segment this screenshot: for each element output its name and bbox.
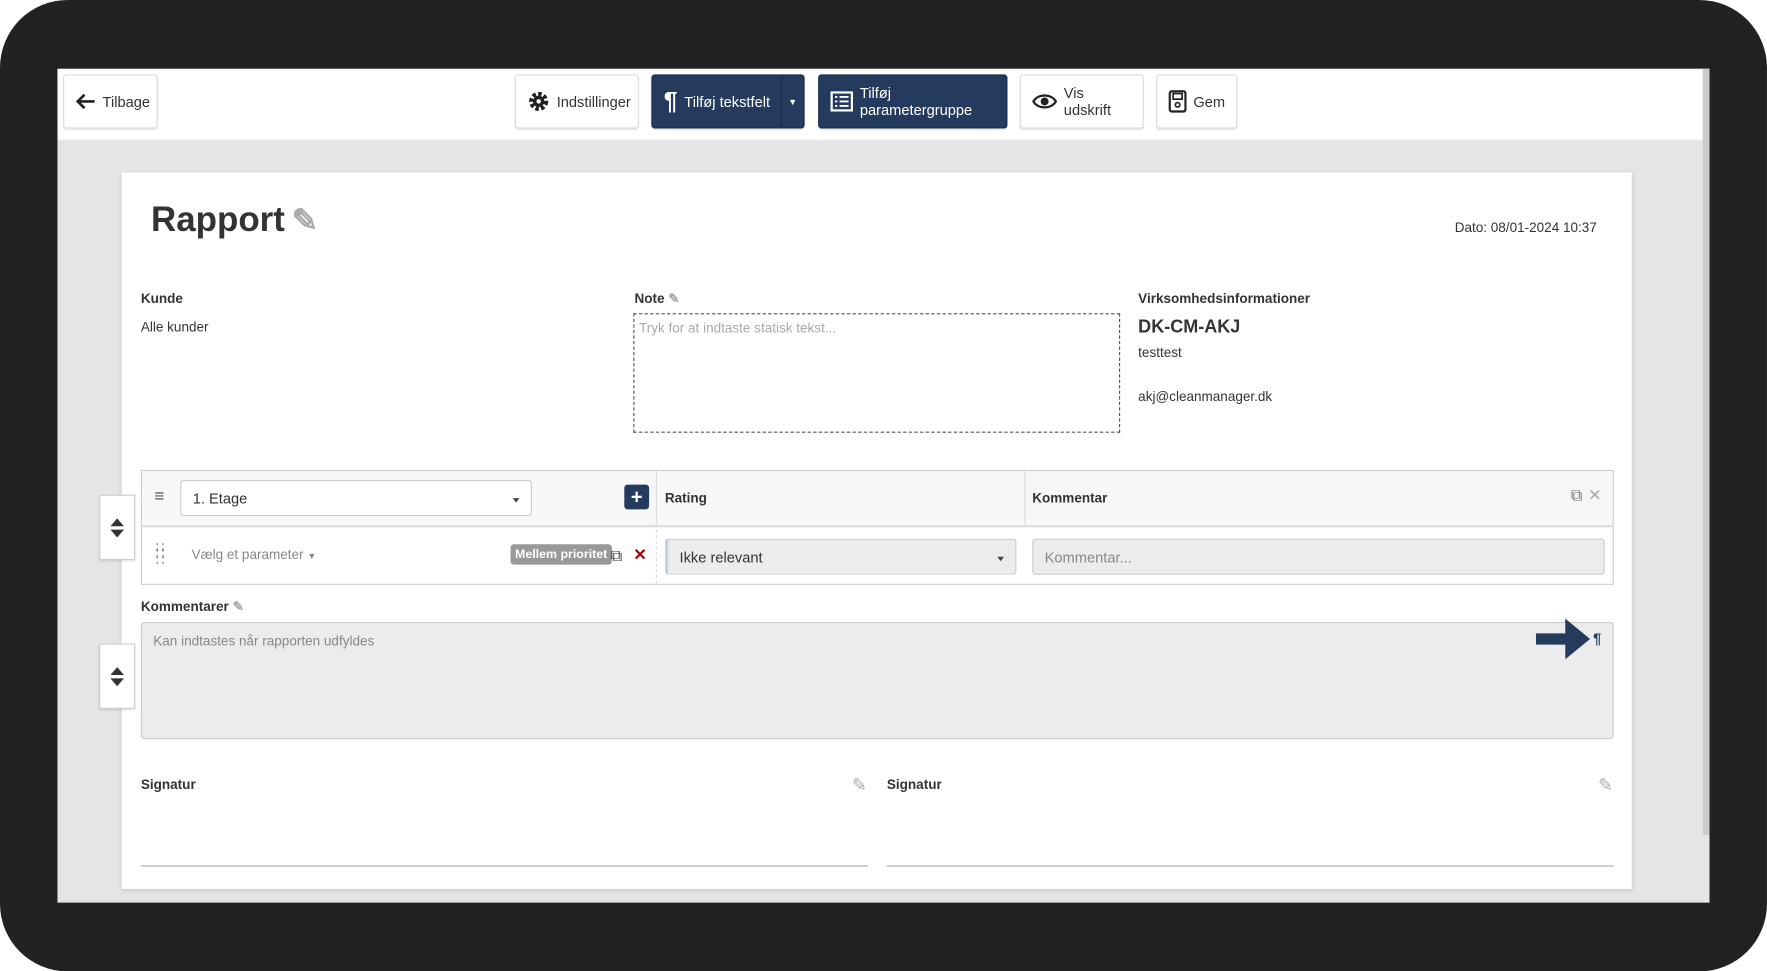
screen: Tilbage Indstillinger ¶ Tilføj tekstfelt… [57,68,1710,903]
pencil-icon[interactable]: ✎ [292,201,318,238]
rating-select-value: Ikke relevant [679,548,763,566]
column-divider [655,529,657,584]
add-textfield-dropdown[interactable]: ▼ [780,75,804,128]
signature-label: Signatur [886,776,942,793]
gear-icon [529,91,549,111]
add-parameter-button[interactable]: + [624,484,650,510]
copy-icon[interactable]: ⧉ [1571,486,1582,505]
pencil-icon[interactable]: ✎ [233,598,244,614]
note-input[interactable]: Tryk for at indtaste statisk tekst... [633,313,1121,433]
table-header: ≡ 1. Etage + Rating Kommentar ⧉ ✕ [141,471,1613,528]
settings-button[interactable]: Indstillinger [514,74,639,129]
comment-header: Kommentar [1032,490,1108,506]
parameter-select-value: Vælg et parameter [191,546,304,563]
delete-icon[interactable]: ✕ [633,545,646,564]
signature-line[interactable] [140,865,868,867]
signature-line[interactable] [886,865,1614,867]
company-email: akj@cleanmanager.dk [1138,388,1273,405]
note-label: Note ✎ [634,291,679,307]
settings-label: Indstillinger [556,92,631,110]
customer-label: Kunde [140,290,183,307]
group-select-value: 1. Etage [192,489,248,507]
close-icon[interactable]: ✕ [1588,486,1601,505]
eye-icon [1032,94,1058,109]
arrow-up-icon [110,666,124,675]
copy-icon[interactable]: ⧉ [611,547,622,566]
pencil-icon[interactable]: ✎ [1598,774,1613,797]
pencil-icon[interactable]: ✎ [668,291,679,307]
scrollbar[interactable] [1702,68,1710,836]
priority-badge[interactable]: Mellem prioritet [510,544,612,565]
comments-input[interactable]: Kan indtastes når rapporten udfyldes ¶ [140,618,1614,740]
comment-input[interactable]: Kommentar... [1032,538,1605,575]
caret-icon [512,498,520,503]
move-handle[interactable] [99,643,136,709]
add-parametergroup-label: Tilføj parametergruppe [859,84,973,119]
column-divider [1024,471,1026,528]
table-row: :::::: Vælg et parameter ▼ Mellem priori… [142,529,1613,584]
report-date: Dato: 08/01-2024 10:37 [1454,219,1597,236]
print-preview-label: Vis udskrift [1063,84,1112,119]
company-name: DK-CM-AKJ [1138,317,1241,337]
back-label: Tilbage [102,92,151,110]
add-parametergroup-button[interactable]: Tilføj parametergruppe [818,74,1008,129]
paragraph-icon[interactable]: ¶ [1593,630,1601,647]
company-line: testtest [1138,344,1182,361]
column-divider [655,471,657,528]
list-icon [830,91,854,112]
note-label-text: Note [634,290,665,307]
report-title-text: Rapport [151,199,285,239]
caret-icon [997,556,1005,562]
paragraph-icon: ¶ [663,86,678,115]
hamburger-icon[interactable]: ≡ [154,487,164,506]
drag-handle-icon[interactable]: :::::: [156,540,167,566]
save-button[interactable]: Gem [1156,74,1238,129]
arrow-down-icon [110,677,124,686]
move-handle[interactable] [99,494,136,561]
rating-select[interactable]: Ikke relevant [664,538,1017,575]
toolbar: Tilbage Indstillinger ¶ Tilføj tekstfelt… [57,68,1710,140]
parameter-group-table: ≡ 1. Etage + Rating Kommentar ⧉ ✕ ::::::… [140,469,1614,585]
print-preview-button[interactable]: Vis udskrift [1019,74,1144,129]
report-title: Rapport ✎ [151,199,318,240]
add-textfield-button[interactable]: ¶ Tilføj tekstfelt ▼ [651,74,805,129]
pencil-icon[interactable]: ✎ [852,774,867,797]
arrow-down-icon [110,529,124,537]
arrow-left-icon [75,93,95,110]
comments-label: Kommentarer ✎ [141,598,244,614]
arrow-up-icon [110,517,124,526]
floppy-disk-icon [1168,90,1187,113]
company-label: Virksomhedsinformationer [1138,290,1311,307]
parameter-select[interactable]: Vælg et parameter ▼ [192,547,317,563]
comments-label-text: Kommentarer [140,598,229,615]
arrow-right-annotation-icon [1535,618,1591,660]
signature-label: Signatur [140,776,196,793]
comments-placeholder: Kan indtastes når rapporten udfyldes [153,633,375,650]
save-label: Gem [1193,92,1226,110]
report-page: Rapport ✎ Dato: 08/01-2024 10:37 Kunde A… [99,172,1632,890]
back-button[interactable]: Tilbage [63,74,158,129]
add-textfield-label: Tilføj tekstfelt [684,92,771,110]
customer-value: Alle kunder [140,318,209,335]
rating-header: Rating [664,490,707,506]
group-select[interactable]: 1. Etage [180,480,532,517]
